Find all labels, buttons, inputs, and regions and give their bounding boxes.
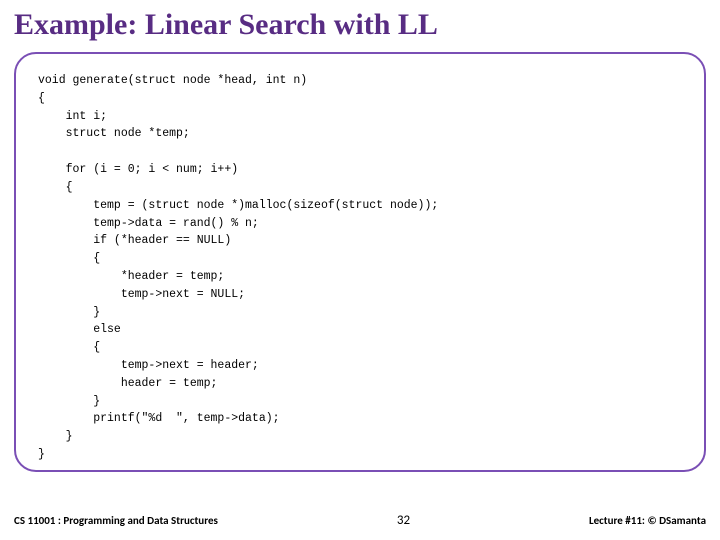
footer: CS 11001 : Programming and Data Structur… xyxy=(14,513,706,528)
slide: Example: Linear Search with LL void gene… xyxy=(0,0,720,540)
footer-page-number: 32 xyxy=(397,513,410,528)
footer-lecture: Lecture #11: © DSamanta xyxy=(589,514,706,527)
code-container: void generate(struct node *head, int n) … xyxy=(14,52,706,472)
footer-course: CS 11001 : Programming and Data Structur… xyxy=(14,514,218,527)
code-block: void generate(struct node *head, int n) … xyxy=(38,72,682,464)
page-title: Example: Linear Search with LL xyxy=(14,8,706,42)
